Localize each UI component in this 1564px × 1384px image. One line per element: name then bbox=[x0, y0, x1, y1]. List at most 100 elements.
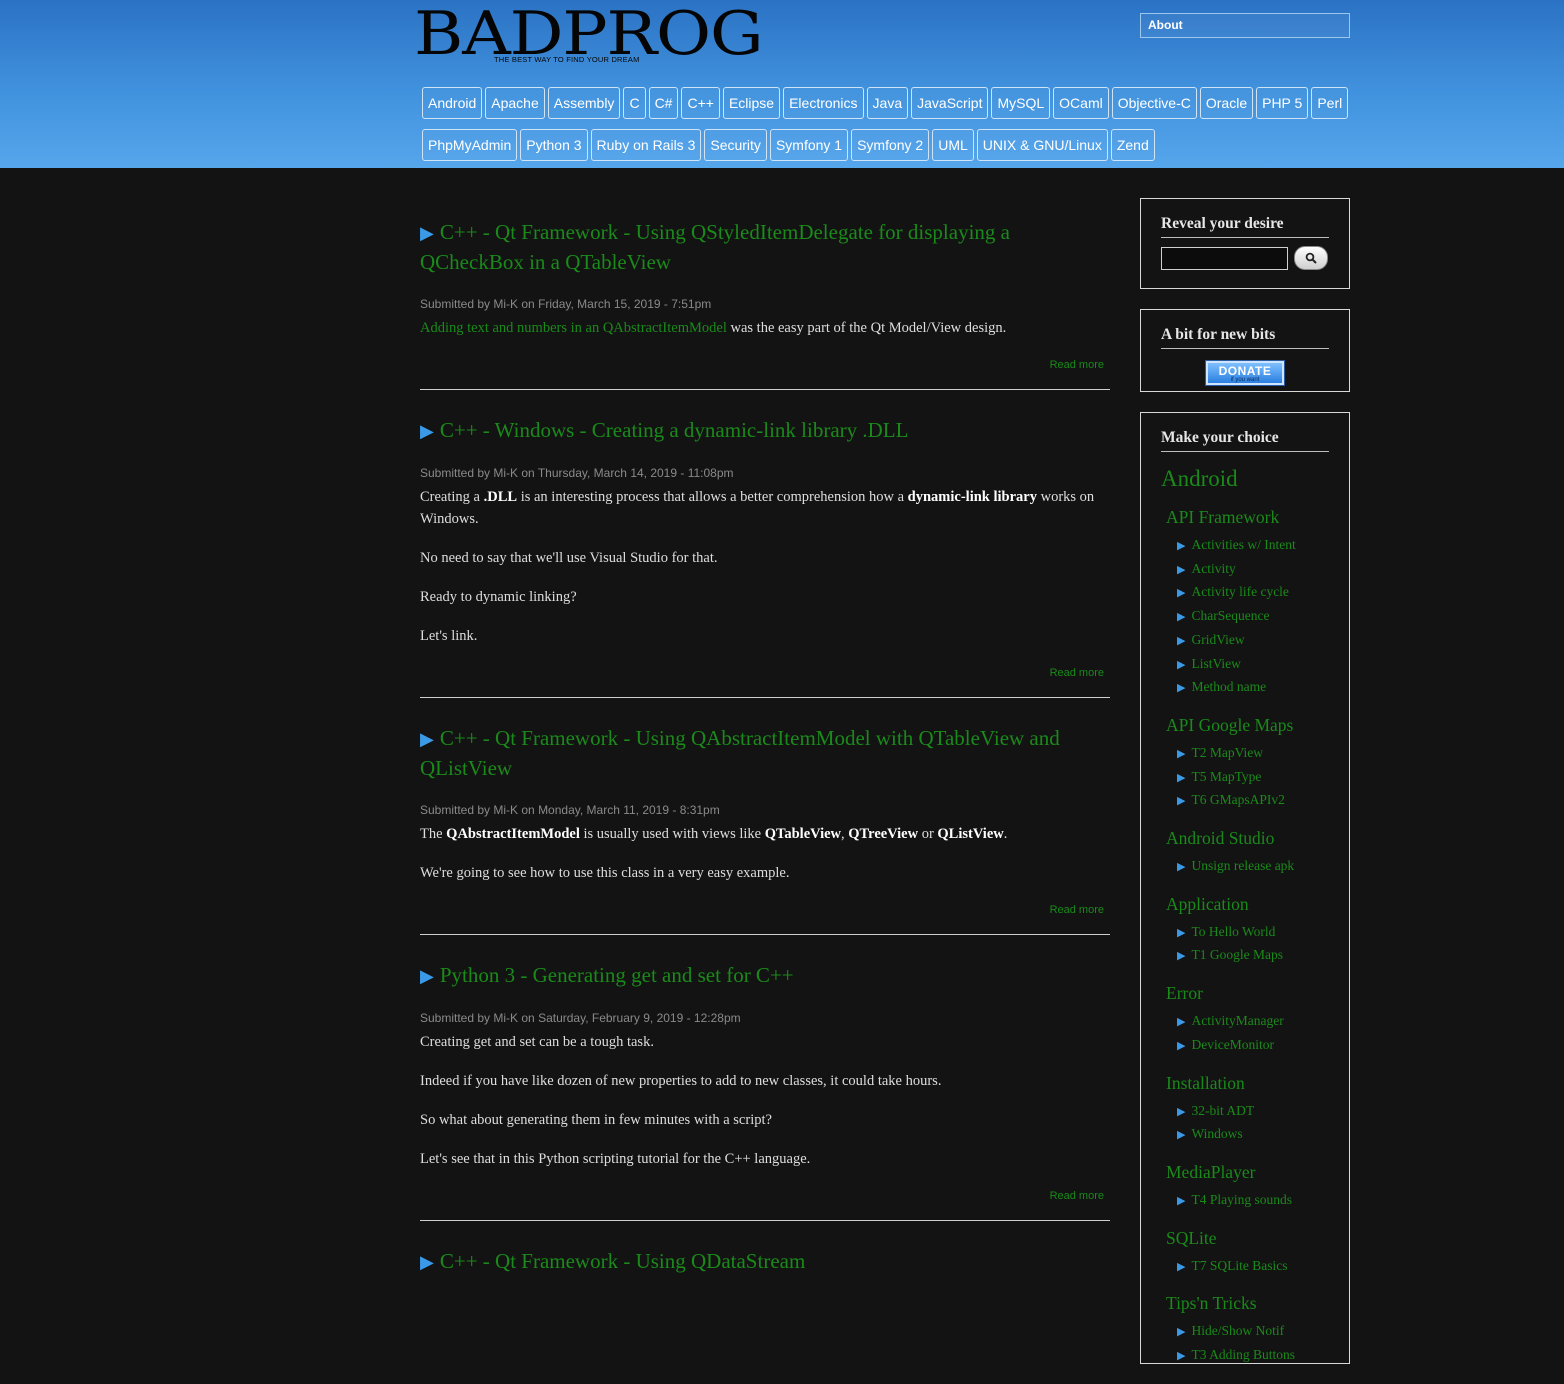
article-title-text[interactable]: C++ - Qt Framework - Using QDataStream bbox=[440, 1249, 805, 1273]
triangle-bullet-icon: ▶ bbox=[1177, 587, 1186, 600]
triangle-bullet-icon: ▶ bbox=[1177, 540, 1186, 552]
category-title[interactable]: Tips'n Tricks bbox=[1166, 1291, 1349, 1315]
logo-tagline: THE BEST WAY TO FIND YOUR DREAM bbox=[494, 55, 640, 64]
category-title[interactable]: SQLite bbox=[1166, 1226, 1349, 1250]
nav-symfony1[interactable]: Symfony 1 bbox=[769, 129, 849, 161]
category-item[interactable]: ▶ T2 MapView bbox=[1177, 742, 1349, 766]
category-item[interactable]: ▶ 32-bit ADT bbox=[1177, 1100, 1349, 1124]
category-item[interactable]: ▶ Activities w/ Intent bbox=[1177, 534, 1349, 558]
article-paragraph: Creating a .DLL is an interesting proces… bbox=[420, 489, 1095, 527]
article-separator bbox=[420, 934, 1110, 935]
nav-electronics[interactable]: Electronics bbox=[783, 87, 864, 119]
category-item[interactable]: ▶ Method name bbox=[1177, 676, 1349, 700]
inline-link[interactable]: Adding text and numbers in an QAbstractI… bbox=[420, 320, 727, 336]
nav-assembly[interactable]: Assembly bbox=[547, 87, 621, 119]
donate-button[interactable]: DONATE if you want bbox=[1205, 360, 1285, 386]
category-item[interactable]: ▶ Hide/Show Notif bbox=[1177, 1320, 1349, 1344]
category-item[interactable]: ▶ ListView bbox=[1177, 653, 1349, 677]
category-item[interactable]: ▶ Activity bbox=[1177, 558, 1349, 582]
about-menu[interactable]: About bbox=[1140, 13, 1350, 38]
nav-apache[interactable]: Apache bbox=[485, 87, 545, 119]
category-item[interactable]: ▶ T6 GMapsAPIv2 bbox=[1177, 789, 1349, 813]
about-link[interactable]: About bbox=[1148, 18, 1183, 32]
nav-java[interactable]: Java bbox=[866, 87, 909, 119]
search-button[interactable] bbox=[1294, 246, 1328, 270]
nav-csharp[interactable]: C# bbox=[648, 87, 679, 119]
category-title[interactable]: MediaPlayer bbox=[1166, 1160, 1349, 1184]
article-title-text[interactable]: C++ - Qt Framework - Using QStyledItemDe… bbox=[420, 220, 1010, 274]
category-item[interactable]: ▶ T1 Google Maps bbox=[1177, 944, 1349, 968]
article-title-text[interactable]: C++ - Windows - Creating a dynamic-link … bbox=[440, 418, 909, 442]
category-title[interactable]: API Google Maps bbox=[1166, 713, 1349, 737]
nav-symfony2[interactable]: Symfony 2 bbox=[851, 129, 930, 161]
article-title[interactable]: ▶ C++ - Qt Framework - Using QStyledItemD… bbox=[420, 218, 1110, 277]
category-item[interactable]: ▶ Windows bbox=[1177, 1123, 1349, 1147]
nav-ruby-on-rails-3[interactable]: Ruby on Rails 3 bbox=[590, 129, 702, 161]
nav-android[interactable]: Android bbox=[422, 87, 483, 119]
nav-c[interactable]: C bbox=[623, 87, 646, 119]
category-item[interactable]: ▶ Unsign release apk bbox=[1177, 855, 1349, 879]
article-title[interactable]: ▶ C++ - Qt Framework - Using QAbstractIte… bbox=[420, 724, 1110, 783]
category-item[interactable]: ▶ T5 MapType bbox=[1177, 766, 1349, 790]
read-more-link[interactable]: Read more bbox=[420, 1190, 1110, 1202]
category-list: ▶ Unsign release apk bbox=[1166, 855, 1349, 879]
nav-mysql[interactable]: MySQL bbox=[991, 87, 1051, 119]
article-title-text[interactable]: Python 3 - Generating get and set for C+… bbox=[440, 963, 794, 987]
author-link[interactable]: Mi-K bbox=[493, 466, 518, 480]
nav-uml[interactable]: UML bbox=[932, 129, 974, 161]
article-paragraph: No need to say that we'll use Visual Stu… bbox=[420, 550, 718, 566]
category-title[interactable]: Installation bbox=[1166, 1071, 1349, 1095]
read-more-link[interactable]: Read more bbox=[420, 904, 1110, 916]
category-item[interactable]: ▶ To Hello World bbox=[1177, 921, 1349, 945]
search-input[interactable] bbox=[1161, 246, 1288, 270]
author-link[interactable]: Mi-K bbox=[493, 1011, 518, 1025]
author-link[interactable]: Mi-K bbox=[493, 297, 518, 311]
submitted-prefix: Submitted by bbox=[420, 297, 494, 311]
category-list: ▶ Hide/Show Notif ▶ T3 Adding Buttons bbox=[1166, 1320, 1349, 1367]
category-title[interactable]: Android Studio bbox=[1166, 826, 1349, 850]
article-title-text[interactable]: C++ - Qt Framework - Using QAbstractItem… bbox=[420, 726, 1060, 780]
category-item[interactable]: ▶ T4 Playing sounds bbox=[1177, 1189, 1349, 1213]
nav-oracle[interactable]: Oracle bbox=[1199, 87, 1254, 119]
nav-objective-c[interactable]: Objective-C bbox=[1111, 87, 1197, 119]
category-item[interactable]: ▶ T7 SQLite Basics bbox=[1177, 1255, 1349, 1279]
triangle-bullet-icon: ▶ bbox=[1177, 1194, 1186, 1207]
triangle-bullet-icon: ▶ bbox=[1177, 1129, 1186, 1142]
nav-eclipse[interactable]: Eclipse bbox=[722, 87, 781, 119]
read-more-link[interactable]: Read more bbox=[420, 359, 1110, 371]
read-more-link[interactable]: Read more bbox=[420, 667, 1110, 679]
category-android-link[interactable]: Android bbox=[1161, 466, 1329, 492]
nav-security[interactable]: Security bbox=[704, 129, 767, 161]
submitted-prefix: Submitted by bbox=[420, 803, 494, 817]
category-item[interactable]: ▶ DeviceMonitor bbox=[1177, 1034, 1349, 1058]
article-title[interactable]: ▶ Python 3 - Generating get and set for C… bbox=[420, 961, 1110, 991]
article-paragraph: We're going to see how to use this class… bbox=[420, 865, 790, 881]
author-link[interactable]: Mi-K bbox=[493, 803, 518, 817]
category-item[interactable]: ▶ Activity life cycle bbox=[1177, 581, 1349, 605]
article-title[interactable]: ▶ C++ - Windows - Creating a dynamic-link… bbox=[420, 416, 1110, 446]
nav-zend[interactable]: Zend bbox=[1110, 129, 1155, 161]
nav-cpp[interactable]: C++ bbox=[681, 87, 720, 119]
triangle-bullet-icon: ▶ bbox=[1177, 747, 1186, 760]
bold-term: .DLL bbox=[483, 489, 518, 505]
category-item[interactable]: ▶ ActivityManager bbox=[1177, 1010, 1349, 1034]
article-title[interactable]: ▶ C++ - Qt Framework - Using QDataStream bbox=[420, 1247, 1110, 1277]
main-content: ▶ C++ - Qt Framework - Using QStyledItemD… bbox=[420, 198, 1110, 1277]
article-paragraph: The QAbstractItemModel is usually used w… bbox=[420, 826, 1008, 842]
category-item[interactable]: ▶ CharSequence bbox=[1177, 605, 1349, 629]
nav-ocaml[interactable]: OCaml bbox=[1053, 87, 1109, 119]
nav-unix-gnu-linux[interactable]: UNIX & GNU/Linux bbox=[976, 129, 1108, 161]
nav-phpmyadmin[interactable]: PhpMyAdmin bbox=[422, 129, 518, 161]
category-title[interactable]: Application bbox=[1166, 892, 1349, 916]
category-title[interactable]: Error bbox=[1166, 981, 1349, 1005]
nav-javascript[interactable]: JavaScript bbox=[911, 87, 989, 119]
category-item[interactable]: ▶ GridView bbox=[1177, 629, 1349, 653]
nav-php5[interactable]: PHP 5 bbox=[1256, 87, 1309, 119]
site-logo[interactable]: BADPROG THE BEST WAY TO FIND YOUR DREAM bbox=[414, 0, 764, 69]
category-title[interactable]: API Framework bbox=[1166, 505, 1349, 529]
bold-term: QListView bbox=[937, 826, 1004, 842]
nav-python3[interactable]: Python 3 bbox=[520, 129, 588, 161]
category-group: API Google Maps ▶ T2 MapView ▶ T5 MapType … bbox=[1166, 713, 1349, 813]
nav-perl[interactable]: Perl bbox=[1311, 87, 1349, 119]
category-item[interactable]: ▶ T3 Adding Buttons bbox=[1177, 1344, 1349, 1368]
